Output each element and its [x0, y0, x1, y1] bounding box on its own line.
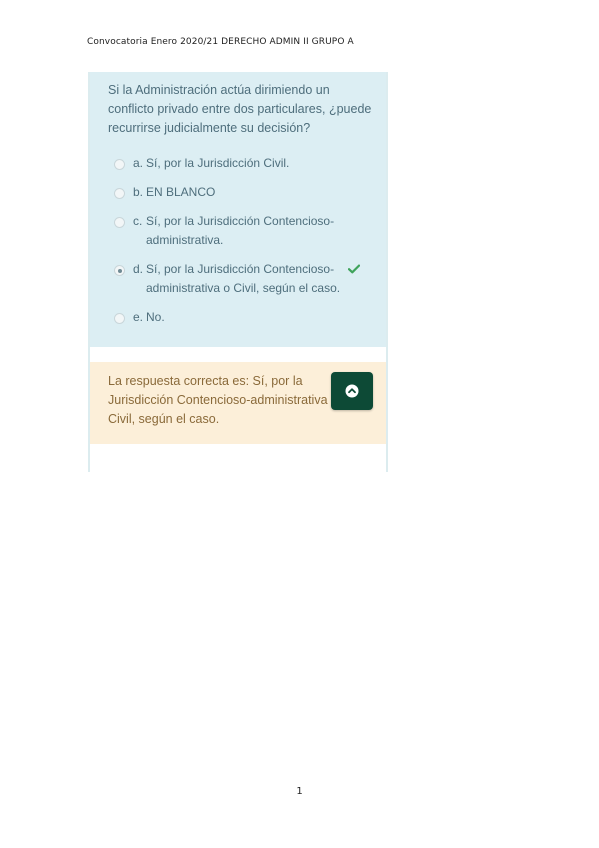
page-number: 1 [296, 786, 303, 797]
answer-letter: c. [133, 214, 143, 228]
answer-option-b[interactable]: b. EN BLANCO [114, 183, 376, 202]
check-icon [348, 264, 360, 274]
radio-button[interactable] [114, 159, 125, 170]
radio-button-selected[interactable] [114, 265, 125, 276]
answer-list: a. Sí, por la Jurisdicción Civil. b. EN … [114, 154, 376, 337]
chevron-up-icon [345, 384, 359, 398]
answer-letter: b. [133, 185, 144, 199]
answer-text: EN BLANCO [146, 185, 216, 199]
answer-letter: d. [133, 262, 144, 276]
document-header: Convocatoria Enero 2020/21 DERECHO ADMIN… [87, 37, 354, 47]
question-panel: Si la Administración actúa dirimiendo un… [90, 72, 386, 347]
correct-answer-text: La respuesta correcta es: Sí, por la Jur… [108, 374, 338, 426]
answer-letter: a. [133, 156, 144, 170]
answer-option-c[interactable]: c. Sí, por la Jurisdicción Contencioso-a… [114, 212, 376, 250]
question-text: Si la Administración actúa dirimiendo un… [108, 83, 372, 135]
radio-button[interactable] [114, 188, 125, 199]
answer-option-e[interactable]: e. No. [114, 308, 376, 327]
answer-text: Sí, por la Jurisdicción Contencioso-admi… [146, 214, 335, 247]
radio-button[interactable] [114, 217, 125, 228]
scroll-to-top-button[interactable] [331, 372, 373, 410]
radio-button[interactable] [114, 313, 125, 324]
answer-letter: e. [133, 310, 144, 324]
answer-text: Sí, por la Jurisdicción Civil. [146, 156, 290, 170]
answer-text: Sí, por la Jurisdicción Contencioso-admi… [146, 262, 341, 295]
answer-text: No. [146, 310, 165, 324]
answer-option-a[interactable]: a. Sí, por la Jurisdicción Civil. [114, 154, 376, 173]
answer-option-d[interactable]: d. Sí, por la Jurisdicción Contencioso-a… [114, 260, 376, 298]
quiz-screenshot: Si la Administración actúa dirimiendo un… [88, 72, 388, 472]
